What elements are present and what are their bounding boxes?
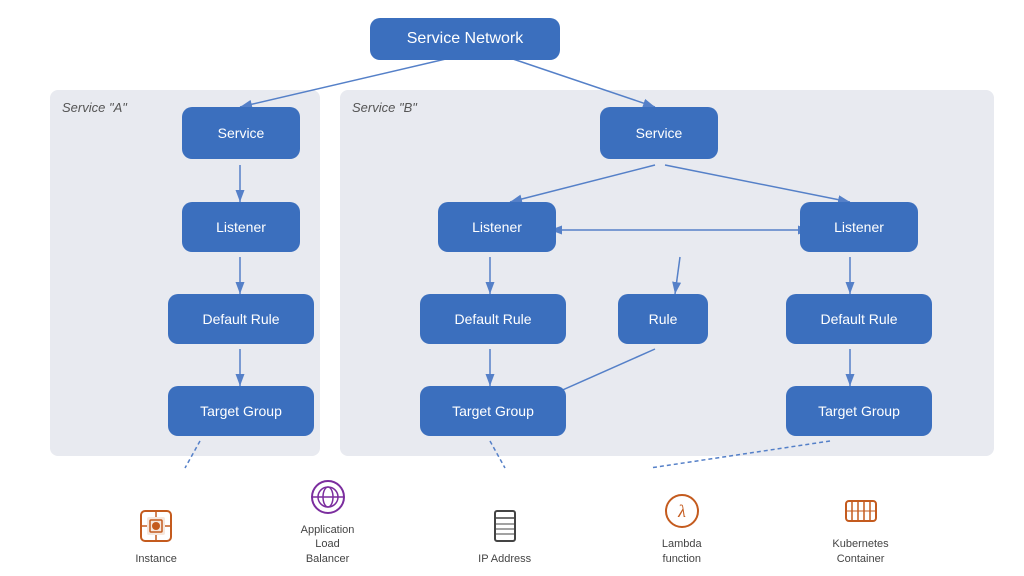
k8s-icon: [841, 491, 881, 531]
alb-icon: [308, 477, 348, 517]
listener-b2-node: Listener: [800, 202, 918, 252]
service-network-node: Service Network: [370, 18, 560, 60]
k8s-label: KubernetesContainer: [832, 537, 888, 566]
target-group-b1-node: Target Group: [420, 386, 566, 436]
lambda-icon: λ: [662, 491, 702, 531]
icon-ip: IP Address: [478, 506, 531, 566]
icon-instance: Instance: [135, 506, 177, 566]
lambda-label: Lambda function: [642, 537, 722, 566]
diagram-container: Service "A" Service "B": [0, 0, 1024, 576]
panel-label-a: Service "A": [62, 100, 127, 115]
ip-icon: [485, 506, 525, 546]
rule-b-node: Rule: [618, 294, 708, 344]
service-b-node: Service: [600, 107, 718, 159]
default-rule-b1-node: Default Rule: [420, 294, 566, 344]
target-group-a-node: Target Group: [168, 386, 314, 436]
icons-row: Instance Application LoadBalancer IP Add…: [0, 477, 1024, 566]
default-rule-b2-node: Default Rule: [786, 294, 932, 344]
ip-label: IP Address: [478, 552, 531, 566]
svg-text:λ: λ: [677, 501, 686, 521]
alb-label: Application LoadBalancer: [288, 523, 368, 566]
listener-b1-node: Listener: [438, 202, 556, 252]
listener-a-node: Listener: [182, 202, 300, 252]
instance-label: Instance: [135, 552, 177, 566]
icon-k8s: KubernetesContainer: [832, 491, 888, 566]
panel-label-b: Service "B": [352, 100, 417, 115]
default-rule-a-node: Default Rule: [168, 294, 314, 344]
icon-alb: Application LoadBalancer: [288, 477, 368, 566]
target-group-b2-node: Target Group: [786, 386, 932, 436]
instance-icon: [136, 506, 176, 546]
icon-lambda: λ Lambda function: [642, 491, 722, 566]
service-a-node: Service: [182, 107, 300, 159]
